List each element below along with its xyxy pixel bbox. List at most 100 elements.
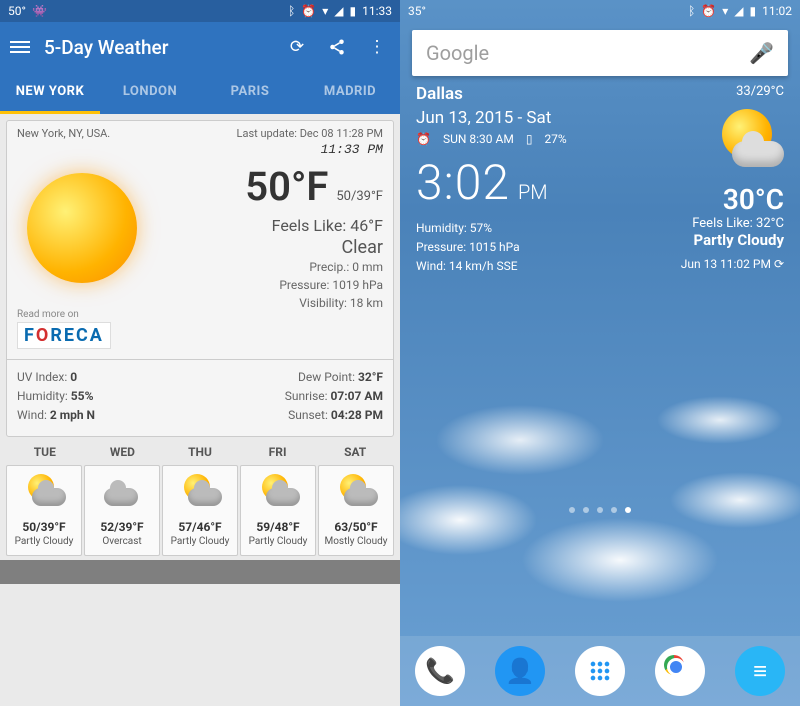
forecast-header: TUE WED THU FRI SAT bbox=[6, 445, 394, 459]
day-label: TUE bbox=[6, 445, 84, 459]
battery-icon: ▯ bbox=[526, 132, 533, 146]
forecast-day[interactable]: 52/39°F Overcast bbox=[84, 465, 160, 556]
messenger-app-icon[interactable]: ≡ bbox=[735, 646, 785, 696]
page-dot[interactable] bbox=[569, 507, 575, 513]
app-dock: 📞 👤 ≡ bbox=[400, 636, 800, 706]
page-dot[interactable] bbox=[583, 507, 589, 513]
forecast-day[interactable]: 59/48°F Partly Cloudy bbox=[240, 465, 316, 556]
menu-icon[interactable] bbox=[10, 38, 30, 56]
home-screen: 35° ᛒ ⏰ ▾ ◢ ▮ 11:02 Google 🎤 Dallas Jun … bbox=[400, 0, 800, 706]
widget-ampm: PM bbox=[518, 180, 548, 204]
forecast-cond: Partly Cloudy bbox=[9, 536, 79, 547]
metrics-left: UV Index: 0 Humidity: 55% Wind: 2 mph N bbox=[17, 368, 95, 426]
status-temp: 50° bbox=[8, 4, 26, 18]
refresh-button[interactable]: ⟳ bbox=[284, 34, 310, 60]
widget-city: Dallas bbox=[416, 84, 622, 104]
tab-paris[interactable]: PARIS bbox=[200, 72, 300, 114]
widget-battery: 27% bbox=[544, 132, 566, 146]
app-bar: 5-Day Weather ⟳ ⋮ bbox=[0, 22, 400, 72]
alarm-icon: ⏰ bbox=[416, 132, 431, 146]
chrome-app-icon[interactable] bbox=[655, 646, 705, 696]
widget-clock: 3:02 bbox=[416, 154, 510, 211]
widget-feels: Feels Like: 32°C bbox=[622, 216, 784, 231]
forecast-temp: 59/48°F bbox=[243, 520, 313, 534]
android-debug-icon: 👾 bbox=[32, 4, 47, 18]
battery-icon: ▮ bbox=[350, 4, 357, 18]
day-label: FRI bbox=[239, 445, 317, 459]
forecast-cond: Partly Cloudy bbox=[165, 536, 235, 547]
tab-madrid[interactable]: MADRID bbox=[300, 72, 400, 114]
pressure: Pressure: 1019 hPa bbox=[185, 276, 383, 294]
widget-updated: Jun 13 11:02 PM bbox=[681, 257, 771, 271]
sun-icon bbox=[27, 173, 137, 283]
partly-cloudy-icon bbox=[178, 476, 222, 506]
mostly-cloudy-icon bbox=[334, 476, 378, 506]
day-label: THU bbox=[161, 445, 239, 459]
forecast-temp: 63/50°F bbox=[321, 520, 391, 534]
forecast-cond: Partly Cloudy bbox=[243, 536, 313, 547]
page-dot[interactable] bbox=[597, 507, 603, 513]
forecast-day[interactable]: 63/50°F Mostly Cloudy bbox=[318, 465, 394, 556]
hi-lo-temp: 50/39°F bbox=[336, 189, 383, 204]
page-dot[interactable] bbox=[625, 507, 631, 513]
share-button[interactable] bbox=[324, 34, 350, 60]
phone-app-icon[interactable]: 📞 bbox=[415, 646, 465, 696]
foreca-logo[interactable]: FORECA bbox=[17, 322, 111, 349]
widget-wind: Wind: 14 km/h SSE bbox=[416, 257, 622, 276]
forecast-temp: 57/46°F bbox=[165, 520, 235, 534]
widget-pressure: Pressure: 1015 hPa bbox=[416, 238, 622, 257]
forecast-cond: Overcast bbox=[87, 536, 157, 547]
bottom-bar bbox=[0, 560, 400, 584]
metrics-row: UV Index: 0 Humidity: 55% Wind: 2 mph N … bbox=[17, 368, 383, 426]
partly-cloudy-icon bbox=[256, 476, 300, 506]
page-indicator bbox=[400, 507, 800, 513]
city-tabs: NEW YORK LONDON PARIS MADRID bbox=[0, 72, 400, 114]
current-weather-card: New York, NY, USA. Last update: Dec 08 1… bbox=[6, 120, 394, 437]
widget-sunrise: SUN 8:30 AM bbox=[443, 132, 514, 146]
condition: Clear bbox=[185, 237, 383, 258]
read-more-label: Read more on bbox=[17, 309, 79, 320]
status-bar: 50° 👾 ᛒ ⏰ ▾ ◢ ▮ 11:33 bbox=[0, 0, 400, 22]
widget-temp: 30°C bbox=[622, 183, 784, 216]
digital-clock: 11:33 PM bbox=[17, 142, 383, 157]
contacts-app-icon[interactable]: 👤 bbox=[495, 646, 545, 696]
forecast-day[interactable]: 50/39°F Partly Cloudy bbox=[6, 465, 82, 556]
day-label: WED bbox=[84, 445, 162, 459]
widget-humidity: Humidity: 57% bbox=[416, 219, 622, 238]
tab-new-york[interactable]: NEW YORK bbox=[0, 72, 100, 114]
wifi-icon: ▾ bbox=[322, 4, 328, 18]
signal-icon: ◢ bbox=[334, 4, 343, 18]
status-time: 11:33 bbox=[362, 4, 392, 18]
app-drawer-icon[interactable] bbox=[575, 646, 625, 696]
tab-london[interactable]: LONDON bbox=[100, 72, 200, 114]
location-label: New York, NY, USA. bbox=[17, 127, 110, 140]
visibility: Visibility: 18 km bbox=[185, 294, 383, 312]
page-dot[interactable] bbox=[611, 507, 617, 513]
forecast-row: 50/39°F Partly Cloudy 52/39°F Overcast 5… bbox=[6, 465, 394, 556]
day-label: SAT bbox=[316, 445, 394, 459]
widget-date: Jun 13, 2015 - Sat bbox=[416, 108, 622, 128]
alarm-icon: ⏰ bbox=[301, 4, 316, 18]
search-placeholder: Google bbox=[426, 41, 489, 65]
app-title: 5-Day Weather bbox=[44, 36, 168, 59]
feels-like: Feels Like: 46°F bbox=[185, 216, 383, 235]
widget-condition: Partly Cloudy bbox=[622, 231, 784, 249]
metrics-right: Dew Point: 32°F Sunrise: 07:07 AM Sunset… bbox=[285, 368, 383, 426]
forecast-cond: Mostly Cloudy bbox=[321, 536, 391, 547]
bluetooth-icon: ᛒ bbox=[288, 4, 295, 18]
refresh-icon[interactable]: ⟳ bbox=[774, 257, 784, 271]
google-search-bar[interactable]: Google 🎤 bbox=[412, 30, 788, 76]
weather-app-screen: 50° 👾 ᛒ ⏰ ▾ ◢ ▮ 11:33 5-Day Weather ⟳ ⋮ … bbox=[0, 0, 400, 706]
current-temp: 50°F bbox=[245, 163, 328, 210]
forecast-day[interactable]: 57/46°F Partly Cloudy bbox=[162, 465, 238, 556]
precip: Precip.: 0 mm bbox=[185, 258, 383, 276]
partly-cloudy-icon bbox=[22, 476, 66, 506]
widget-hi-lo: 33/29°C bbox=[622, 84, 784, 99]
last-update-label: Last update: Dec 08 11:28 PM bbox=[237, 127, 383, 140]
forecast-temp: 50/39°F bbox=[9, 520, 79, 534]
weather-clock-widget[interactable]: Dallas Jun 13, 2015 - Sat ⏰ SUN 8:30 AM … bbox=[416, 84, 784, 277]
partly-cloudy-icon bbox=[714, 107, 784, 177]
forecast-temp: 52/39°F bbox=[87, 520, 157, 534]
overflow-menu-button[interactable]: ⋮ bbox=[364, 34, 390, 60]
mic-icon[interactable]: 🎤 bbox=[749, 41, 774, 65]
